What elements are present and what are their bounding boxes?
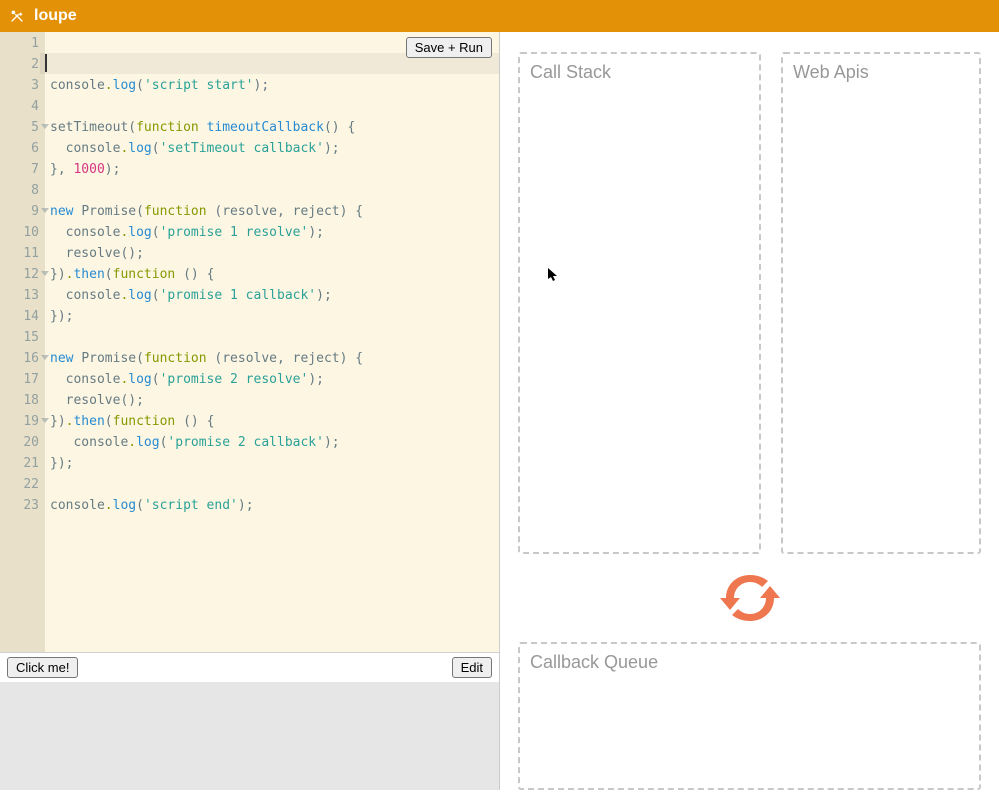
code-line[interactable] bbox=[50, 180, 499, 201]
line-number: 15 bbox=[0, 327, 45, 348]
call-stack-title: Call Stack bbox=[530, 62, 749, 83]
line-number: 21 bbox=[0, 453, 45, 474]
code-line[interactable]: resolve(); bbox=[50, 243, 499, 264]
code-line[interactable]: }, 1000); bbox=[50, 159, 499, 180]
left-pane: Save + Run 12345678910111213141516171819… bbox=[0, 32, 500, 790]
code-line[interactable]: new Promise(function (resolve, reject) { bbox=[50, 201, 499, 222]
code-line[interactable]: }).then(function () { bbox=[50, 264, 499, 285]
click-me-button[interactable]: Click me! bbox=[7, 657, 78, 678]
code-area[interactable]: console.log('script start'); setTimeout(f… bbox=[45, 32, 499, 652]
line-number: 22 bbox=[0, 474, 45, 495]
code-line[interactable]: console.log('promise 1 callback'); bbox=[50, 285, 499, 306]
line-number: 17 bbox=[0, 369, 45, 390]
code-line[interactable] bbox=[50, 474, 499, 495]
line-number: 20 bbox=[0, 432, 45, 453]
code-editor[interactable]: Save + Run 12345678910111213141516171819… bbox=[0, 32, 499, 652]
header: loupe bbox=[0, 0, 999, 32]
code-line[interactable]: new Promise(function (resolve, reject) { bbox=[50, 348, 499, 369]
code-line[interactable]: resolve(); bbox=[50, 390, 499, 411]
code-line[interactable] bbox=[50, 327, 499, 348]
tools-icon bbox=[8, 7, 26, 25]
line-number: 3 bbox=[0, 75, 45, 96]
web-apis-title: Web Apis bbox=[793, 62, 969, 83]
controls-bar: Click me! Edit bbox=[0, 652, 499, 682]
line-number: 18 bbox=[0, 390, 45, 411]
code-line[interactable]: }).then(function () { bbox=[50, 411, 499, 432]
line-number: 9 bbox=[0, 201, 45, 222]
code-line[interactable]: setTimeout(function timeoutCallback() { bbox=[50, 117, 499, 138]
line-number: 14 bbox=[0, 306, 45, 327]
code-line[interactable] bbox=[50, 96, 499, 117]
code-line[interactable]: console.log('promise 2 callback'); bbox=[50, 432, 499, 453]
line-gutter: 1234567891011121314151617181920212223 bbox=[0, 32, 45, 652]
line-number: 23 bbox=[0, 495, 45, 516]
line-number: 8 bbox=[0, 180, 45, 201]
code-line[interactable]: console.log('promise 2 resolve'); bbox=[50, 369, 499, 390]
line-number: 1 bbox=[0, 33, 45, 54]
code-line[interactable]: }); bbox=[50, 306, 499, 327]
event-loop-icon bbox=[718, 569, 782, 627]
line-number: 6 bbox=[0, 138, 45, 159]
web-apis-panel: Web Apis bbox=[781, 52, 981, 554]
line-number: 7 bbox=[0, 159, 45, 180]
edit-button[interactable]: Edit bbox=[452, 657, 492, 678]
code-line[interactable]: console.log('promise 1 resolve'); bbox=[50, 222, 499, 243]
line-number: 2 bbox=[0, 54, 45, 75]
text-cursor bbox=[45, 54, 47, 72]
save-run-button[interactable]: Save + Run bbox=[406, 37, 492, 58]
line-number: 10 bbox=[0, 222, 45, 243]
code-line[interactable]: console.log('script start'); bbox=[50, 75, 499, 96]
line-number: 19 bbox=[0, 411, 45, 432]
callback-queue-title: Callback Queue bbox=[530, 652, 969, 673]
line-number: 16 bbox=[0, 348, 45, 369]
output-area bbox=[0, 682, 499, 790]
line-number: 12 bbox=[0, 264, 45, 285]
code-line[interactable]: console.log('setTimeout callback'); bbox=[50, 138, 499, 159]
callback-queue-panel: Callback Queue bbox=[518, 642, 981, 790]
line-number: 4 bbox=[0, 96, 45, 117]
code-line[interactable]: }); bbox=[50, 453, 499, 474]
line-number: 5 bbox=[0, 117, 45, 138]
right-pane: Call Stack Web Apis Callback Queue bbox=[500, 32, 999, 790]
line-number: 11 bbox=[0, 243, 45, 264]
line-number: 13 bbox=[0, 285, 45, 306]
call-stack-panel: Call Stack bbox=[518, 52, 761, 554]
app-title: loupe bbox=[34, 7, 77, 25]
code-line[interactable]: console.log('script end'); bbox=[50, 495, 499, 516]
